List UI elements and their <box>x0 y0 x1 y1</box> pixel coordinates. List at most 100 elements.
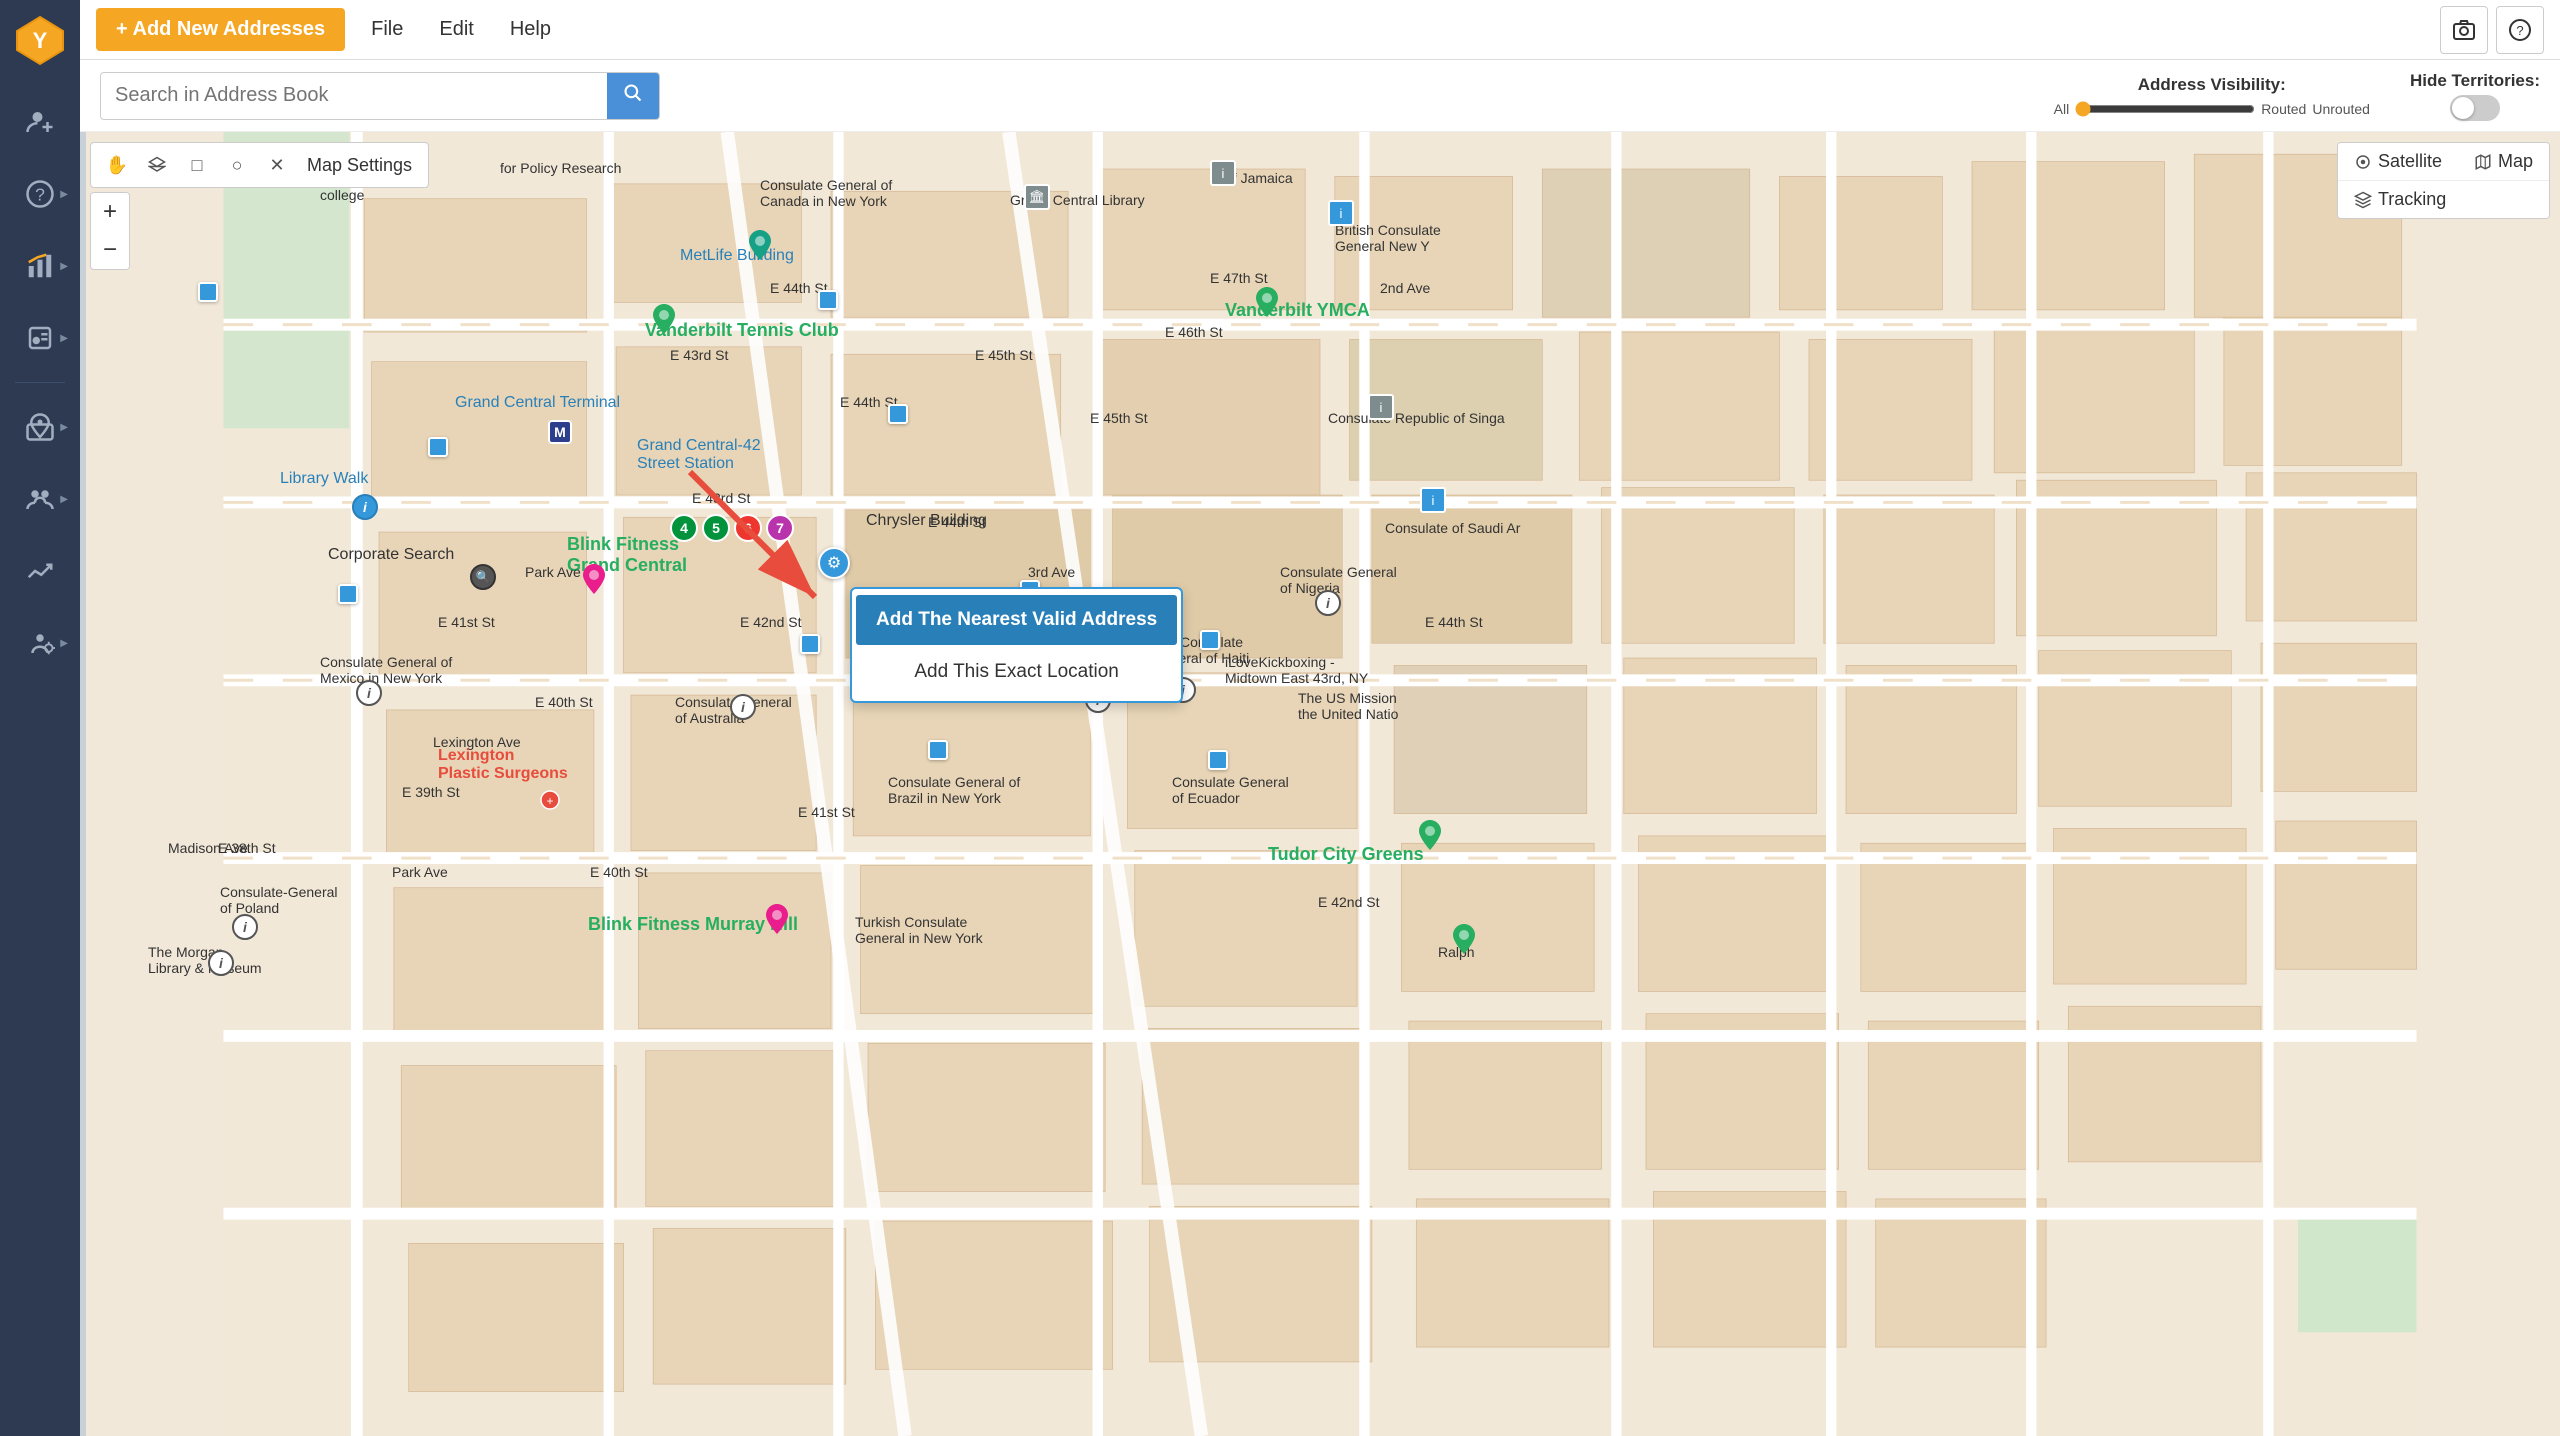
map-label-college: college <box>320 187 364 203</box>
map-pin-ralph <box>1452 924 1476 959</box>
map-view-label: Map <box>2498 151 2533 172</box>
svg-text:?: ? <box>35 184 45 204</box>
map-area[interactable]: ✋ □ ○ ✕ Map Settings + − for Policy Rese… <box>80 132 2560 1436</box>
map-label-e42b: E 42nd St <box>1318 894 1380 910</box>
map-pin-blink-murray <box>765 904 789 939</box>
topbar: + Add New Addresses File Edit Help ? <box>80 0 2560 60</box>
map-view-button[interactable]: Map <box>2458 143 2549 181</box>
map-pin-ymca <box>1255 287 1279 322</box>
map-sq-6 <box>800 634 820 654</box>
vis-label-unrouted: Unrouted <box>2312 101 2370 117</box>
menu-edit[interactable]: Edit <box>429 12 483 47</box>
map-label-metlife: MetLife Building <box>680 247 794 265</box>
map-label-e41: E 41st St <box>438 614 495 630</box>
searchbar-right: Address Visibility: All Routed Unrouted … <box>2054 71 2540 121</box>
toggle-knob <box>2452 97 2474 119</box>
map-label-consulate-poland: Consulate-Generalof Poland <box>220 884 338 916</box>
search-icon <box>623 83 643 103</box>
svg-text:?: ? <box>2516 23 2523 38</box>
satellite-label: Satellite <box>2378 151 2442 172</box>
map-pin-metlife <box>748 230 772 265</box>
menu-file[interactable]: File <box>361 12 413 47</box>
view-toggle: Satellite Map Tracking <box>2337 142 2550 219</box>
map-label-consulate-ecuador: Consulate Generalof Ecuador <box>1172 774 1289 806</box>
satellite-icon <box>2354 153 2372 171</box>
map-label-park-ave-2: Park Ave <box>392 864 448 880</box>
map-pin-vanderbilt-tennis <box>652 304 676 339</box>
sidebar-item-help[interactable]: ? <box>8 162 72 226</box>
map-label-e41b: E 41st St <box>798 804 855 820</box>
search-button[interactable] <box>607 73 659 119</box>
map-label-consulate-canada: Consulate General ofCanada in New York <box>760 177 892 209</box>
main-content: + Add New Addresses File Edit Help ? <box>80 0 2560 1436</box>
map-label-chrysler: Chrysler Building <box>866 512 987 530</box>
sidebar-item-locations[interactable] <box>8 395 72 459</box>
map-label-consulate-saudi: Consulate of Saudi Ar <box>1385 520 1520 536</box>
sidebar-item-analytics[interactable] <box>8 234 72 298</box>
context-add-exact[interactable]: Add This Exact Location <box>852 647 1181 697</box>
context-menu: Add The Nearest Valid Address Add This E… <box>850 587 1183 703</box>
satellite-view-button[interactable]: Satellite <box>2338 143 2458 181</box>
map-label-3rd-ave: 3rd Ave <box>1028 564 1075 580</box>
search-box <box>100 72 660 120</box>
map-label-tudor-city: Tudor City Greens <box>1268 844 1424 865</box>
svg-text:Y: Y <box>32 28 47 53</box>
svg-text:+: + <box>546 794 553 808</box>
search-input[interactable] <box>101 74 607 117</box>
visibility-slider[interactable] <box>2075 101 2255 117</box>
sidebar-item-orders[interactable] <box>8 306 72 370</box>
menu-help[interactable]: Help <box>500 12 561 47</box>
view-toggle-row: Satellite Map <box>2338 143 2549 181</box>
tool-layers[interactable] <box>139 147 175 183</box>
zoom-in-button[interactable]: + <box>91 193 129 231</box>
address-visibility-control: Address Visibility: All Routed Unrouted <box>2054 75 2370 117</box>
map-label-corporate-search: Corporate Search <box>328 546 454 564</box>
map-label-consulate-mexico: Consulate General ofMexico in New York <box>320 654 452 686</box>
sidebar-item-team[interactable] <box>8 467 72 531</box>
map-label-turkish-consulate: Turkish ConsulateGeneral in New York <box>855 914 983 946</box>
sidebar-item-admin[interactable] <box>8 611 72 675</box>
map-label-vanderbilt-ymca: Vanderbilt YMCA <box>1225 300 1370 321</box>
vis-label-all: All <box>2054 101 2070 117</box>
map-sq-5 <box>338 584 358 604</box>
hide-territories-toggle[interactable] <box>2450 95 2500 121</box>
map-sq-10 <box>1208 750 1228 770</box>
map-label-e45b: E 45th St <box>1090 410 1148 426</box>
map-label-e40b: E 40th St <box>590 864 648 880</box>
searchbar: Address Visibility: All Routed Unrouted … <box>80 60 2560 132</box>
tracking-label: Tracking <box>2378 189 2446 210</box>
tool-circle[interactable]: ○ <box>219 147 255 183</box>
tracking-button[interactable]: Tracking <box>2338 181 2549 218</box>
help-button[interactable]: ? <box>2496 6 2544 54</box>
add-addresses-button[interactable]: + Add New Addresses <box>96 8 345 51</box>
zoom-out-button[interactable]: − <box>91 231 129 269</box>
map-label-e46: E 46th St <box>1165 324 1223 340</box>
map-label-grand-central-terminal: Grand Central Terminal <box>455 394 620 412</box>
help-icon: ? <box>2508 18 2532 42</box>
map-sq-1 <box>818 290 838 310</box>
tool-hand[interactable]: ✋ <box>99 147 135 183</box>
zoom-controls: + − <box>90 192 130 270</box>
map-label-e45: E 45th St <box>975 347 1033 363</box>
vis-label-routed: Routed <box>2261 101 2306 117</box>
map-pin-blink-gc <box>582 564 606 599</box>
map-bookmark-1 <box>198 282 218 302</box>
tool-square[interactable]: □ <box>179 147 215 183</box>
sidebar-item-add-user[interactable] <box>8 90 72 154</box>
sidebar-item-reports[interactable] <box>8 539 72 603</box>
map-label-e43: E 43rd St <box>670 347 728 363</box>
app-logo[interactable]: Y <box>10 10 70 70</box>
context-add-nearest[interactable]: Add The Nearest Valid Address <box>856 595 1177 645</box>
map-sq-8 <box>1200 630 1220 650</box>
map-pin-tudor-city <box>1418 820 1442 855</box>
map-settings-label[interactable]: Map Settings <box>299 155 420 176</box>
camera-button[interactable] <box>2440 6 2488 54</box>
map-label-e40: E 40th St <box>535 694 593 710</box>
map-icon <box>2474 153 2492 171</box>
map-label-consulate-brazil: Consulate General ofBrazil in New York <box>888 774 1020 806</box>
tool-close[interactable]: ✕ <box>259 147 295 183</box>
address-visibility-label: Address Visibility: <box>2138 75 2286 95</box>
contextmenu-arrow <box>660 452 860 632</box>
sidebar: Y ? <box>0 0 80 1436</box>
map-label-2nd-ave: 2nd Ave <box>1380 280 1430 296</box>
